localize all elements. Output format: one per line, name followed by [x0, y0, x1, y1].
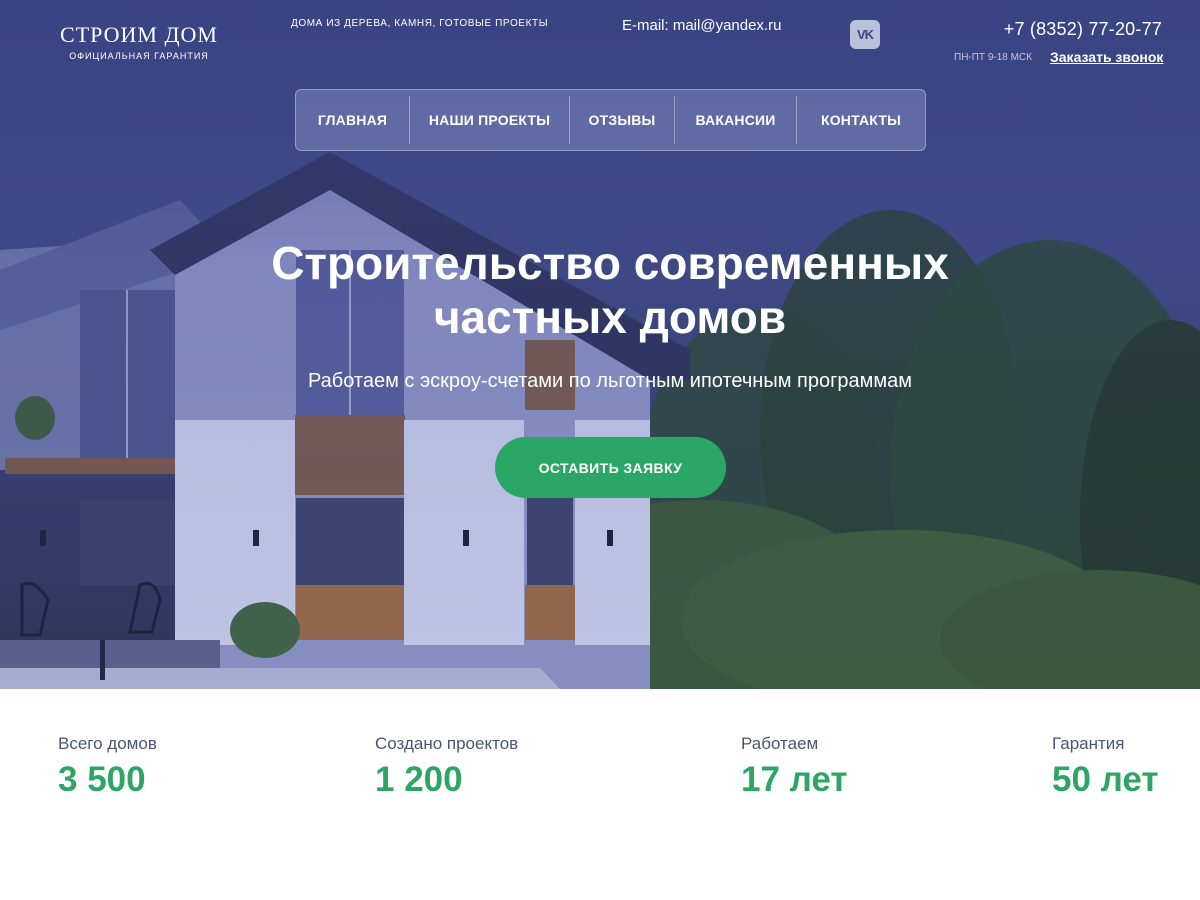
- stat-label: Всего домов: [58, 734, 157, 753]
- hero-subtitle: Работаем с эскроу-счетами по льготным ип…: [307, 370, 913, 392]
- stat-label: Создано проектов: [375, 734, 519, 753]
- header-tagline: ДОМА ИЗ ДЕРЕВА, КАМНЯ, ГОТОВЫЕ ПРОЕКТЫ: [291, 18, 549, 29]
- stat-projects-created: Создано проектов 1 200: [375, 734, 518, 800]
- leave-request-button[interactable]: ОСТАВИТЬ ЗАЯВКУ: [495, 437, 726, 498]
- hero-title-line-1: Строительство современных: [271, 237, 949, 289]
- header-phone-link[interactable]: +7 (8352) 77-20-77: [1004, 19, 1162, 40]
- hero-title-line-2: частных домов: [433, 291, 787, 343]
- logo-subtitle: ОФИЦИАЛЬНАЯ ГАРАНТИЯ: [69, 51, 209, 61]
- nav-item-contacts[interactable]: КОНТАКТЫ: [797, 96, 925, 144]
- stat-value: 50 лет: [1052, 760, 1159, 799]
- logo-title: СТРОИМ ДОМ: [60, 22, 218, 47]
- main-nav: ГЛАВНАЯ НАШИ ПРОЕКТЫ ОТЗЫВЫ ВАКАНСИИ КОН…: [295, 89, 926, 151]
- stat-value: 17 лет: [741, 760, 848, 799]
- nav-item-home[interactable]: ГЛАВНАЯ: [296, 96, 410, 144]
- vk-icon[interactable]: VK: [850, 20, 880, 49]
- stat-label: Гарантия: [1052, 734, 1125, 753]
- stat-label: Работаем: [741, 734, 819, 753]
- nav-item-projects[interactable]: НАШИ ПРОЕКТЫ: [410, 96, 570, 144]
- stat-years-working: Работаем 17 лет: [741, 734, 848, 800]
- site-logo[interactable]: СТРОИМ ДОМ ОФИЦИАЛЬНАЯ ГАРАНТИЯ: [58, 22, 220, 61]
- stat-value: 1 200: [375, 760, 463, 799]
- stat-value: 3 500: [58, 760, 146, 799]
- nav-item-reviews[interactable]: ОТЗЫВЫ: [570, 96, 675, 144]
- stat-warranty: Гарантия 50 лет: [1052, 734, 1159, 800]
- callback-link[interactable]: Заказать звонок: [1050, 49, 1163, 65]
- stat-total-houses: Всего домов 3 500: [58, 734, 157, 800]
- house-illustration: [0, 152, 690, 689]
- hero-title: Строительство современных частных домов: [200, 236, 1020, 344]
- nav-item-vacancies[interactable]: ВАКАНСИИ: [675, 96, 797, 144]
- header-email-link[interactable]: E-mail: mail@yandex.ru: [622, 17, 781, 34]
- work-hours: ПН-ПТ 9-18 МСК: [954, 52, 1032, 63]
